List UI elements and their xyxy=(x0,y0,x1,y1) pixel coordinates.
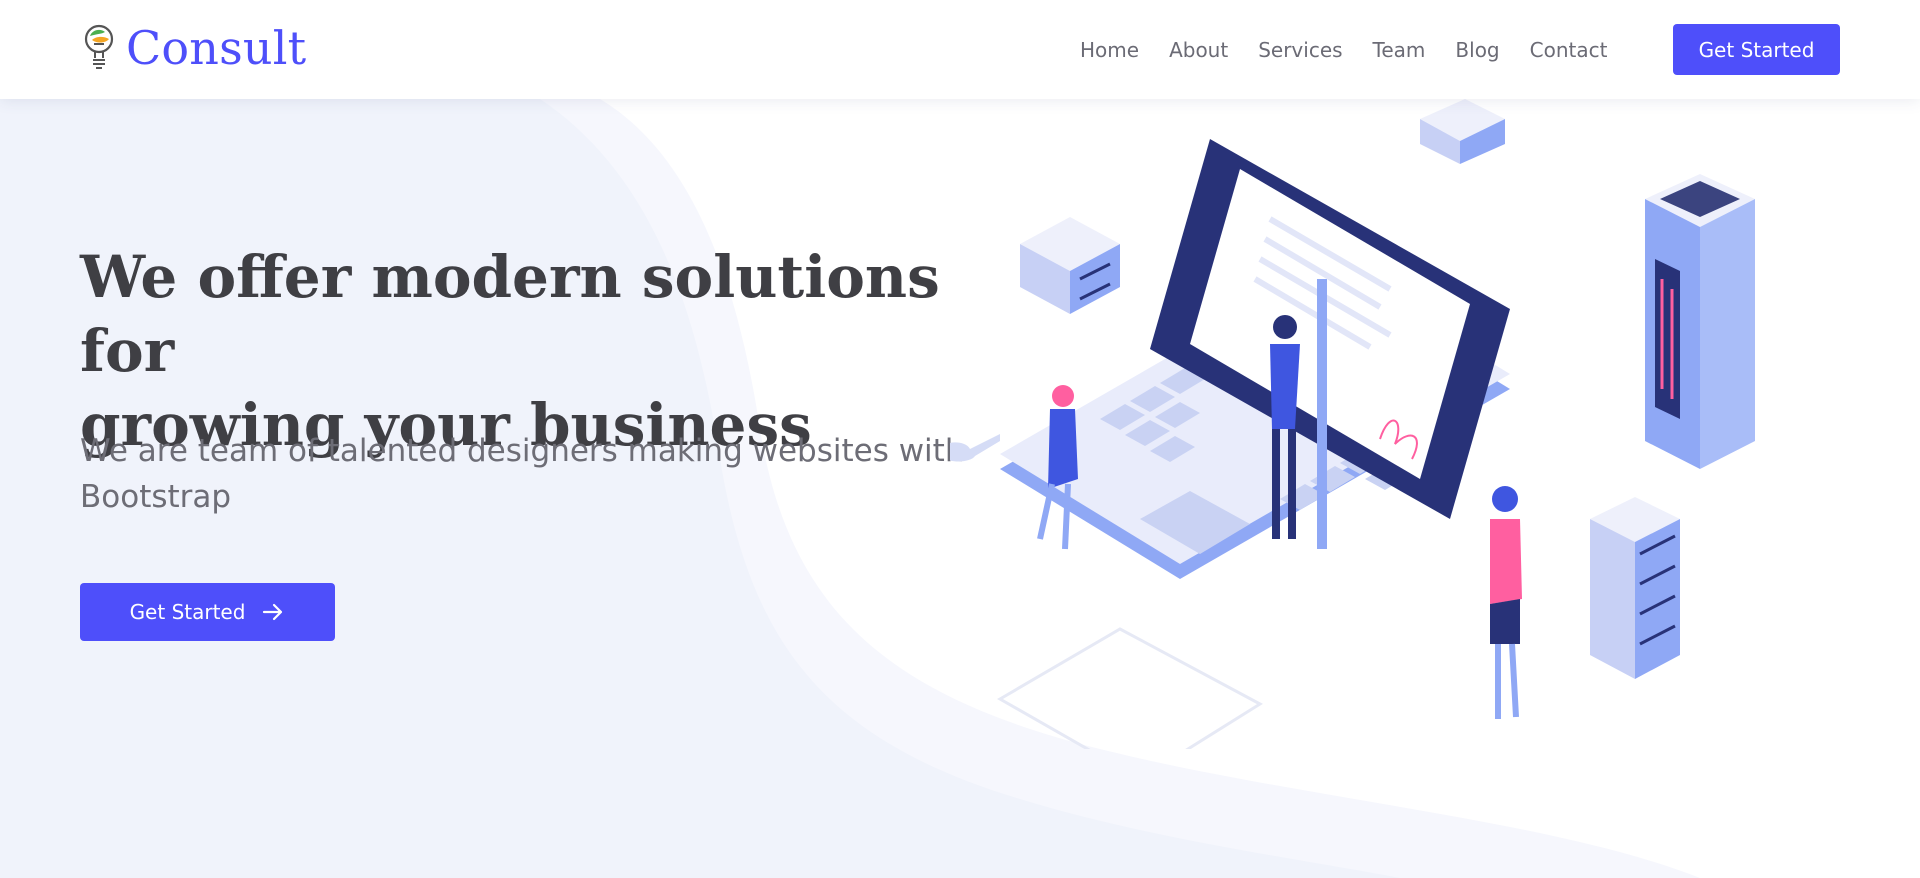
hero-title-line1: We offer modern solutions for xyxy=(80,243,940,385)
site-header: Consult Home About Services Team Blog Co… xyxy=(0,0,1920,99)
lightbulb-logo-icon xyxy=(84,24,114,69)
nav-home[interactable]: Home xyxy=(1080,38,1139,62)
nav-contact[interactable]: Contact xyxy=(1530,38,1608,62)
hero-subtitle-line1: We are team of talented designers making… xyxy=(80,433,965,469)
arrow-right-icon xyxy=(263,603,283,621)
nav-team[interactable]: Team xyxy=(1373,38,1426,62)
tower-illustration xyxy=(1645,174,1755,469)
main-nav: Home About Services Team Blog Contact xyxy=(1080,0,1637,99)
brand-name: Consult xyxy=(126,21,307,75)
server-stack-illustration xyxy=(1020,217,1120,314)
logo[interactable]: Consult xyxy=(82,22,306,74)
nav-services[interactable]: Services xyxy=(1258,38,1342,62)
nav-blog[interactable]: Blog xyxy=(1455,38,1499,62)
hero-illustration xyxy=(950,99,1755,749)
header-get-started-button[interactable]: Get Started xyxy=(1673,24,1840,75)
hero-subtitle: We are team of talented designers making… xyxy=(80,428,980,520)
nav-about[interactable]: About xyxy=(1169,38,1228,62)
hero-subtitle-line2: Bootstrap xyxy=(80,479,232,515)
hero-get-started-button[interactable]: Get Started xyxy=(80,583,335,641)
laptop-illustration xyxy=(1000,139,1510,579)
hero-get-started-label: Get Started xyxy=(129,600,246,624)
header-get-started-label: Get Started xyxy=(1698,37,1815,62)
